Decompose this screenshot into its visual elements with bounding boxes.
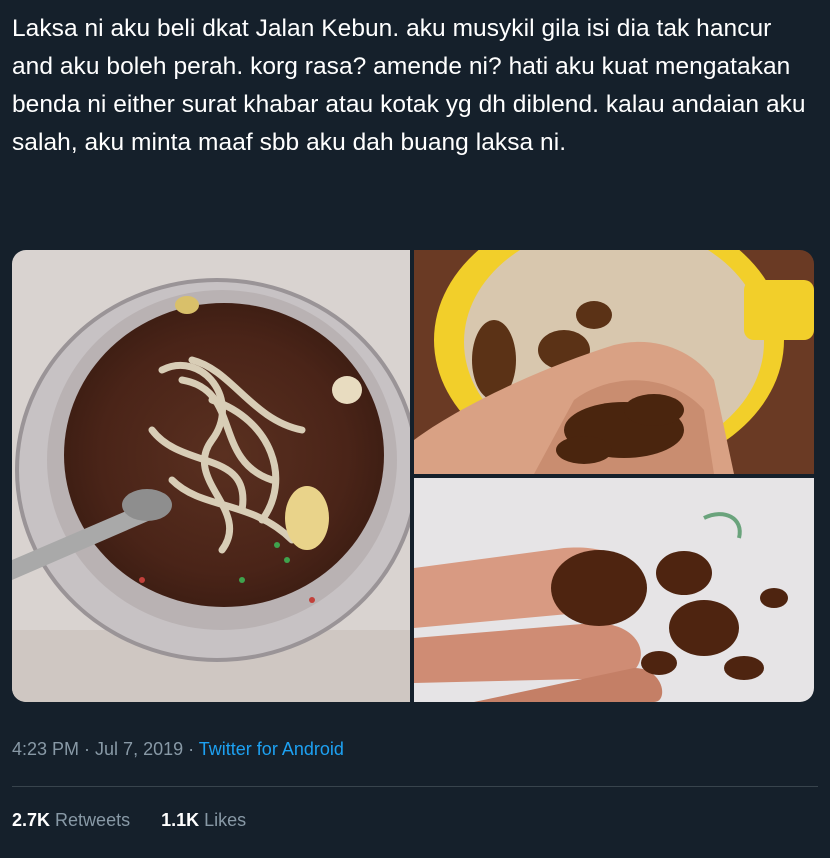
likes-count: 1.1K	[161, 810, 200, 830]
tweet-date[interactable]: Jul 7, 2019	[95, 739, 183, 759]
media-grid[interactable]	[12, 250, 814, 702]
photo-residue-fingers[interactable]	[414, 478, 814, 702]
retweets-label: Retweets	[55, 810, 131, 830]
likes-stat[interactable]: 1.1K Likes	[161, 810, 246, 830]
tweet-stats: 2.7K Retweets 1.1K Likes	[12, 810, 272, 831]
tweet-source-link[interactable]: Twitter for Android	[199, 739, 344, 759]
tweet-text: Laksa ni aku beli dkat Jalan Kebun. aku …	[12, 15, 806, 156]
divider	[12, 786, 818, 787]
likes-label: Likes	[204, 810, 247, 830]
retweets-count: 2.7K	[12, 810, 51, 830]
meta-separator: ·	[79, 739, 96, 759]
photo-laksa-bowl[interactable]	[12, 250, 410, 702]
tweet-meta: 4:23 PM · Jul 7, 2019 · Twitter for Andr…	[12, 739, 344, 760]
tweet-time[interactable]: 4:23 PM	[12, 739, 79, 759]
retweets-stat[interactable]: 2.7K Retweets	[12, 810, 130, 830]
photo-strainer-residue[interactable]	[414, 250, 814, 474]
meta-separator: ·	[183, 739, 199, 759]
